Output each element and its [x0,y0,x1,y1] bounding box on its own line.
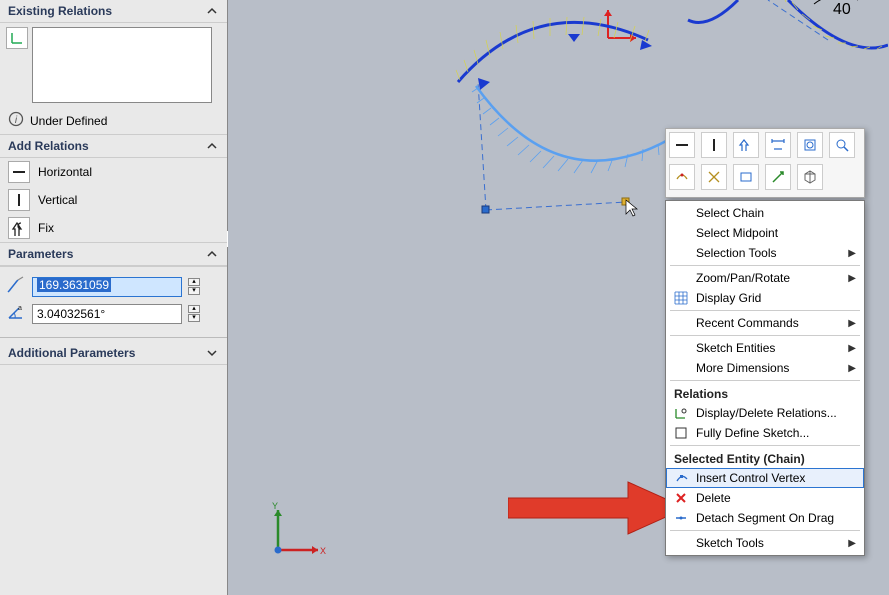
length-input[interactable]: 169.3631059 [32,277,182,297]
menu-display-grid[interactable]: Display Grid [666,288,864,308]
menu-selection-tools[interactable]: Selection Tools▶ [666,243,864,263]
parameters-header[interactable]: Parameters [0,242,227,266]
toolbar-zoomarea-icon[interactable] [829,132,855,158]
info-icon: i [8,111,24,130]
horizontal-icon [8,161,30,183]
chevron-up-icon[interactable] [205,139,219,153]
svg-text:i: i [15,115,18,126]
menu-sketch-entities[interactable]: Sketch Entities▶ [666,338,864,358]
menu-insert-control-vertex[interactable]: Insert Control Vertex [666,468,864,488]
grid-icon [672,289,690,307]
length-value: 169.3631059 [37,278,111,292]
delete-icon [672,489,690,507]
svg-text:a: a [18,305,22,312]
menu-detach-segment[interactable]: Detach Segment On Drag [666,508,864,528]
detach-icon [672,509,690,527]
existing-relations-header[interactable]: Existing Relations [0,0,227,23]
relation-label: Horizontal [38,165,92,179]
chevron-down-icon[interactable] [205,346,219,360]
angle-dimension: 40 [833,1,851,18]
menu-select-chain[interactable]: Select Chain [666,203,864,223]
parameter-row-angle: a ▴▾ [6,302,221,325]
fullydef-icon [672,424,690,442]
toolbar-dimension-icon[interactable] [765,132,791,158]
spin-up[interactable]: ▴ [188,278,200,286]
property-panel: Existing Relations i Under Defined Add R… [0,0,228,595]
spin-up[interactable]: ▴ [188,305,200,313]
context-toolbar [665,128,865,198]
parameters-title: Parameters [8,247,73,261]
spin-buttons[interactable]: ▴▾ [188,278,200,295]
toolbar-vertical-icon[interactable] [701,132,727,158]
existing-relations-list[interactable] [32,27,212,103]
menu-select-midpoint[interactable]: Select Midpoint [666,223,864,243]
relation-horizontal[interactable]: Horizontal [0,158,227,186]
spin-buttons[interactable]: ▴▾ [188,305,200,322]
svg-text:X: X [320,546,326,556]
menu-more-dimensions[interactable]: More Dimensions▶ [666,358,864,378]
toolbar-zoomfit-icon[interactable] [797,132,823,158]
angle-icon: a [6,302,26,325]
additional-parameters-header[interactable]: Additional Parameters [0,342,227,365]
length-icon [6,275,26,298]
graphics-area[interactable]: 40 X Y Select Chain Select Midpoint Sele… [228,0,889,595]
vertical-icon [8,189,30,211]
parameter-row-length: 169.3631059 ▴▾ [6,275,221,298]
toolbar-horizontal-icon[interactable] [669,132,695,158]
relation-fix[interactable]: Fix [0,214,227,242]
view-triad: X Y [268,500,328,565]
toolbar-view-icon[interactable] [797,164,823,190]
menu-zoom-pan-rotate[interactable]: Zoom/Pan/Rotate▶ [666,268,864,288]
define-status: i Under Defined [0,107,227,135]
add-relations-title: Add Relations [8,139,89,153]
additional-parameters-title: Additional Parameters [8,346,135,360]
chevron-up-icon[interactable] [205,4,219,18]
fix-icon [8,217,30,239]
menu-relations-header: Relations [666,383,864,403]
relations-icon [672,404,690,422]
menu-recent-commands[interactable]: Recent Commands▶ [666,313,864,333]
existing-relations-title: Existing Relations [8,4,112,18]
relation-vertical[interactable]: Vertical [0,186,227,214]
add-relations-header[interactable]: Add Relations [0,135,227,158]
toolbar-trim-icon[interactable] [701,164,727,190]
menu-selected-entity-header: Selected Entity (Chain) [666,448,864,468]
context-menu: Select Chain Select Midpoint Selection T… [665,200,865,556]
relation-label: Fix [38,221,54,235]
callout-arrow-icon [508,480,688,536]
status-label: Under Defined [30,114,107,128]
insert-vertex-icon [673,469,691,487]
svg-text:Y: Y [272,501,278,511]
toolbar-fix-icon[interactable] [733,132,759,158]
relation-label: Vertical [38,193,77,207]
menu-delete[interactable]: Delete [666,488,864,508]
spin-down[interactable]: ▾ [188,287,200,295]
toolbar-convert-icon[interactable] [669,164,695,190]
menu-sketch-tools[interactable]: Sketch Tools▶ [666,533,864,553]
toolbar-rect-icon[interactable] [733,164,759,190]
angle-input[interactable] [32,304,182,324]
chevron-up-icon[interactable] [205,247,219,261]
menu-fully-define-sketch[interactable]: Fully Define Sketch... [666,423,864,443]
toolbar-exit-icon[interactable] [765,164,791,190]
spin-down[interactable]: ▾ [188,314,200,322]
relation-icon [6,27,28,49]
menu-display-delete-relations[interactable]: Display/Delete Relations... [666,403,864,423]
